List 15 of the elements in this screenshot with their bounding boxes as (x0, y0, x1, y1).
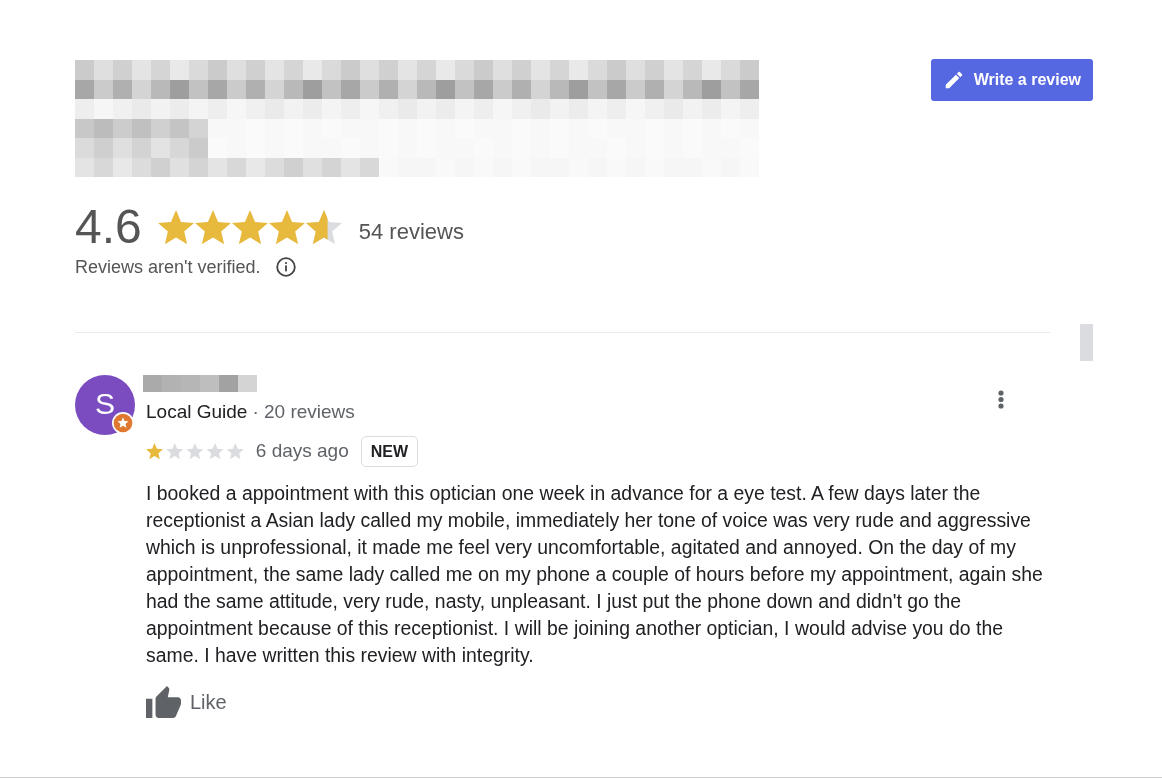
like-button[interactable]: Like (146, 686, 227, 718)
thumb-up-icon (146, 686, 181, 718)
info-icon[interactable] (275, 257, 296, 277)
write-review-button[interactable]: Write a review (930, 59, 1093, 101)
rating-value: 4.6 (75, 203, 142, 251)
reviewer-review-count: · 20 reviews (252, 400, 355, 424)
avatar-letter: S (95, 389, 115, 419)
scrollbar-thumb[interactable] (1080, 324, 1093, 361)
review-time: 6 days ago (255, 439, 349, 464)
reviewer-type: Local Guide (146, 400, 248, 424)
new-badge: NEW (360, 436, 419, 467)
review-text: I booked a appointment with this optician one week in advance for a eye test. A few days later the receptionist a Asian lady called my mobile, immediately her tone of voice was very rude and aggressive which is unprofessional, it made me feel very uncomfortable, agitated and annoyed. On the day of my appointment, the same lady called me on my phone a couple of hours before my appointment, again she had the same attitude, very rude, nasty, unpleasant. I just put the phone down and didn't go the appointment because of this receptionist. I will be joining another optician, I would advise you do the same. I have written this review with integrity. (146, 481, 1044, 668)
more-vertical-icon[interactable] (998, 390, 1004, 409)
verification-note: Reviews aren't verified. (75, 255, 261, 279)
review-count: 54 reviews (358, 218, 464, 246)
